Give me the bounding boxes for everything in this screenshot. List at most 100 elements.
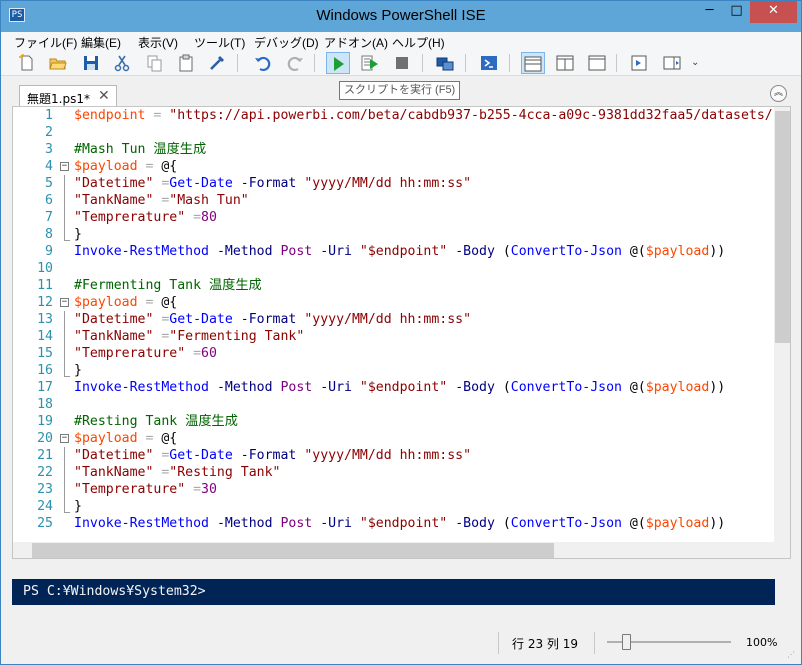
minimize-button[interactable]: ─ <box>696 1 723 23</box>
code-token: $payload <box>74 431 138 446</box>
fold-guide <box>64 311 65 376</box>
code-line[interactable]: 8} <box>13 226 774 243</box>
clear-console-icon[interactable] <box>207 53 227 73</box>
code-token: "$endpoint" <box>359 244 448 259</box>
code-text: $payload = @{ <box>74 430 177 447</box>
code-token: = <box>153 193 170 208</box>
menu-help[interactable]: ヘルプ(H) <box>392 34 445 51</box>
code-line[interactable]: 1 $endpoint = "https://api.powerbi.com/be… <box>13 107 774 124</box>
code-line[interactable]: 20− $payload = @{ <box>13 430 774 447</box>
toolbar-separator <box>422 54 423 72</box>
resize-grip-icon[interactable]: ⋰ <box>787 650 797 660</box>
menu-bar: ファイル(F) 編集(E) 表示(V) ツール(T) デバッグ(D) アドオン(… <box>1 32 801 51</box>
code-token: #Resting Tank 温度生成 <box>74 414 238 429</box>
code-line[interactable]: 10 <box>13 260 774 277</box>
cut-icon[interactable] <box>112 53 132 73</box>
code-token: $payload <box>645 244 710 259</box>
code-line[interactable]: 21 "Datetime" =Get-Date -Format "yyyy/MM/… <box>13 447 774 464</box>
toolbar-separator <box>237 54 238 72</box>
code-line[interactable]: 19 #Resting Tank 温度生成 <box>13 413 774 430</box>
code-line[interactable]: 4− $payload = @{ <box>13 158 774 175</box>
code-line[interactable]: 2 <box>13 124 774 141</box>
code-line[interactable]: 16} <box>13 362 774 379</box>
code-line[interactable]: 3 #Mash Tun 温度生成 <box>13 141 774 158</box>
new-file-icon[interactable] <box>17 53 37 73</box>
redo-icon[interactable] <box>285 53 305 73</box>
code-line[interactable]: 24} <box>13 498 774 515</box>
layout-script-right-icon[interactable] <box>555 53 575 73</box>
fold-guide-end <box>64 376 70 377</box>
fold-toggle-icon[interactable]: − <box>60 298 69 307</box>
horizontal-scroll-thumb[interactable] <box>32 543 554 558</box>
vertical-scroll-thumb[interactable] <box>775 111 790 343</box>
code-token: 60 <box>201 346 217 361</box>
code-text: Invoke-RestMethod -Method Post -Uri "$en… <box>74 379 725 396</box>
console-prompt[interactable]: PS C:¥Windows¥System32> <box>12 579 775 605</box>
tab-close-icon[interactable]: ✕ <box>98 88 110 104</box>
code-token: Invoke-RestMethod <box>74 516 209 531</box>
code-line[interactable]: 9 Invoke-RestMethod -Method Post -Uri "$e… <box>13 243 774 260</box>
code-line[interactable]: 18 <box>13 396 774 413</box>
code-text: #Resting Tank 温度生成 <box>74 413 238 430</box>
menu-edit[interactable]: 編集(E) <box>81 34 121 51</box>
code-token: Post <box>280 244 313 259</box>
code-line[interactable]: 5 "Datetime" =Get-Date -Format "yyyy/MM/d… <box>13 175 774 192</box>
code-line[interactable]: 7 "Temprerature" =80 <box>13 209 774 226</box>
powershell-ise-window: PS Windows PowerShell ISE ─ □ ✕ ファイル(F) … <box>0 0 802 665</box>
code-line[interactable]: 12− $payload = @{ <box>13 294 774 311</box>
paste-icon[interactable] <box>176 53 196 73</box>
stop-icon[interactable] <box>392 53 412 73</box>
close-button[interactable]: ✕ <box>750 1 797 23</box>
menu-view[interactable]: 表示(V) <box>138 34 178 51</box>
copy-icon[interactable] <box>144 53 164 73</box>
code-token: ( <box>494 380 511 395</box>
toolbar-overflow-icon[interactable]: ⌄ <box>691 57 699 68</box>
code-token: = <box>153 312 170 327</box>
code-line[interactable]: 11 #Fermenting Tank 温度生成 <box>13 277 774 294</box>
code-line[interactable]: 15 "Temprerature" =60 <box>13 345 774 362</box>
layout-script-top-icon[interactable] <box>521 52 545 74</box>
show-addon-icon[interactable] <box>662 53 682 73</box>
run-script-icon[interactable] <box>326 52 350 74</box>
menu-tools[interactable]: ツール(T) <box>194 34 245 51</box>
menu-addons[interactable]: アドオン(A) <box>324 34 388 51</box>
undo-icon[interactable] <box>253 53 273 73</box>
code-line[interactable]: 13 "Datetime" =Get-Date -Format "yyyy/MM/… <box>13 311 774 328</box>
editor-vertical-scrollbar[interactable] <box>774 107 790 542</box>
save-icon[interactable] <box>81 53 101 73</box>
menu-file[interactable]: ファイル(F) <box>14 34 77 51</box>
code-line[interactable]: 14 "TankName" ="Fermenting Tank" <box>13 328 774 345</box>
code-line[interactable]: 23 "Temprerature" =30 <box>13 481 774 498</box>
code-token: "TankName" <box>74 329 154 344</box>
collapse-script-pane-icon[interactable]: ︽ <box>770 85 787 102</box>
zoom-slider-thumb[interactable] <box>621 634 631 650</box>
fold-toggle-icon[interactable]: − <box>60 162 69 171</box>
script-editor[interactable]: 1 $endpoint = "https://api.powerbi.com/be… <box>12 106 791 559</box>
run-selection-icon[interactable] <box>360 53 380 73</box>
code-line[interactable]: 17 Invoke-RestMethod -Method Post -Uri "$… <box>13 379 774 396</box>
editor-horizontal-scrollbar[interactable] <box>13 542 774 558</box>
layout-script-max-icon[interactable] <box>587 53 607 73</box>
code-token: 30 <box>201 482 217 497</box>
maximize-button[interactable]: □ <box>723 1 750 23</box>
code-line[interactable]: 25 Invoke-RestMethod -Method Post -Uri "$… <box>13 515 774 532</box>
code-token: $payload <box>74 159 138 174</box>
remote-powershell-icon[interactable] <box>435 53 455 73</box>
code-token: -Format <box>240 312 297 327</box>
code-line[interactable]: 22 "TankName" ="Resting Tank" <box>13 464 774 481</box>
code-token: 80 <box>201 210 217 225</box>
code-line[interactable]: 6 "TankName" ="Mash Tun" <box>13 192 774 209</box>
title-bar[interactable]: PS Windows PowerShell ISE ─ □ ✕ <box>1 1 801 32</box>
code-token: = <box>185 210 202 225</box>
menu-debug[interactable]: デバッグ(D) <box>254 34 319 51</box>
fold-toggle-icon[interactable]: − <box>60 434 69 443</box>
show-command-icon[interactable] <box>629 53 649 73</box>
tab-untitled1[interactable]: 無題1.ps1* ✕ <box>19 85 117 107</box>
open-folder-icon[interactable] <box>48 53 68 73</box>
code-text: $payload = @{ <box>74 294 177 311</box>
powershell-console-icon[interactable] <box>479 53 499 73</box>
code-token: "yyyy/MM/dd hh:mm:ss" <box>304 448 472 463</box>
